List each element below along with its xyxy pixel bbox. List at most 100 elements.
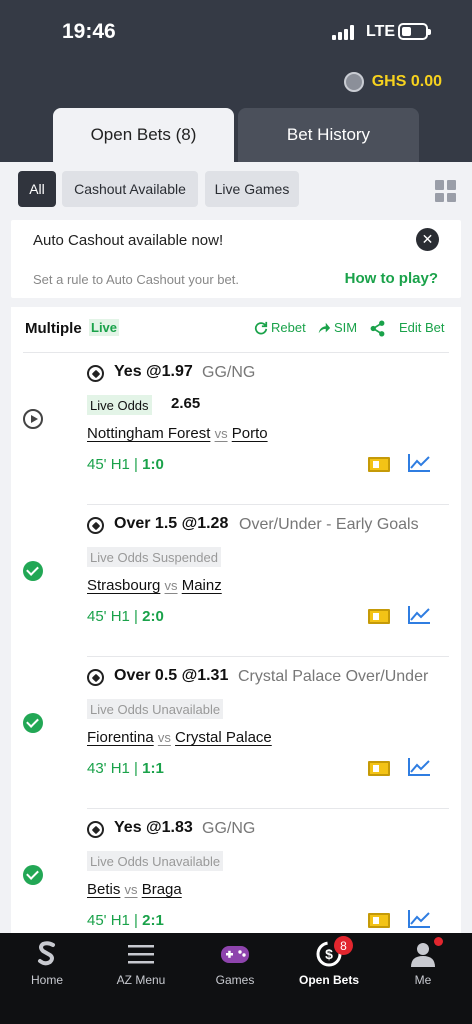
match-teams[interactable]: Fiorentina vs Crystal Palace (87, 729, 272, 746)
away-team: Braga (141, 881, 182, 898)
selection-item[interactable]: Yes @1.97 GG/NG Live Odds 2.65 Nottingha… (11, 353, 461, 505)
balance[interactable]: GHS 0.00 (343, 72, 442, 92)
selection-item[interactable]: Over 1.5 @1.28 Over/Under - Early Goals … (11, 505, 461, 657)
match-status: 45' H1 | 2:0 (87, 608, 164, 625)
nav-me-label: Me (414, 973, 432, 987)
nav-me[interactable]: Me (376, 933, 470, 1024)
soccer-ball-icon (87, 517, 104, 534)
filter-cashout-button[interactable]: Cashout Available (62, 171, 198, 207)
home-team: Betis (87, 881, 121, 898)
match-status: 45' H1 | 1:0 (87, 456, 164, 473)
match-teams[interactable]: Betis vs Braga (87, 881, 182, 898)
nav-games-label: Games (215, 973, 255, 987)
match-teams[interactable]: Strasbourg vs Mainz (87, 577, 222, 594)
home-team: Fiorentina (87, 729, 154, 746)
home-team: Nottingham Forest (87, 425, 211, 442)
forward-arrow-icon (318, 322, 331, 333)
avatar (343, 72, 364, 92)
ticket-icon[interactable] (368, 457, 390, 472)
selection-pick: Over 0.5 @1.31 (114, 667, 229, 684)
odds-status-badge: Live Odds Unavailable (87, 851, 224, 871)
match-time: 45' H1 | (87, 608, 143, 625)
selection-pick: Yes @1.83 (114, 819, 193, 836)
home-team: Strasbourg (87, 577, 161, 594)
match-status: 43' H1 | 1:1 (87, 760, 164, 777)
selection-market: GG/NG (202, 364, 256, 381)
sim-button[interactable]: SIM (317, 320, 357, 335)
header: 19:46 LTE GHS 0.00 Open Bets (8) Bet His… (0, 0, 472, 162)
gamepad-icon (221, 946, 249, 963)
ticket-icon[interactable] (368, 913, 390, 928)
away-team: Mainz (181, 577, 222, 594)
nav-open-bets[interactable]: $ 8 Open Bets (282, 933, 376, 1024)
vs-label: vs (214, 426, 228, 441)
sporty-logo-icon (38, 941, 55, 966)
nav-games[interactable]: Games (188, 933, 282, 1024)
rebet-label: Rebet (271, 320, 306, 335)
selection-market: GG/NG (202, 820, 256, 837)
tab-bet-history[interactable]: Bet History (238, 108, 419, 162)
nav-home[interactable]: Home (0, 933, 94, 1024)
match-score: 2:1 (142, 912, 164, 929)
stats-chart-icon[interactable] (407, 605, 431, 625)
vs-label: vs (124, 882, 138, 897)
refresh-icon (254, 321, 268, 334)
play-icon[interactable] (23, 409, 43, 429)
balance-amount: GHS 0.00 (371, 73, 442, 90)
match-score: 2:0 (142, 608, 164, 625)
match-status: 45' H1 | 2:1 (87, 912, 164, 929)
stats-chart-icon[interactable] (407, 757, 431, 777)
menu-icon (128, 945, 154, 964)
match-teams[interactable]: Nottingham Forest vs Porto (87, 425, 268, 442)
ticket-icon[interactable] (368, 609, 390, 624)
match-score: 1:0 (142, 456, 164, 473)
close-icon[interactable]: ✕ (416, 228, 439, 251)
rebet-button[interactable]: Rebet (254, 320, 306, 335)
auto-cashout-subtitle: Set a rule to Auto Cashout your bet. (33, 272, 239, 287)
selection-market: Over/Under - Early Goals (239, 516, 419, 533)
signal-icon (332, 25, 358, 40)
bet-card: Multiple Live Rebet SIM Edit Bet Yes @1.… (11, 307, 461, 947)
open-bets-badge: 8 (334, 936, 353, 955)
selection-pick: Over 1.5 @1.28 (114, 515, 229, 532)
soccer-ball-icon (87, 669, 104, 686)
battery-icon (398, 23, 431, 40)
soccer-ball-icon (87, 821, 104, 838)
bottom-nav: Home AZ Menu Games $ 8 Open Bets Me (0, 933, 472, 1024)
filter-live-games-button[interactable]: Live Games (205, 171, 299, 207)
live-odds-badge: Live Odds (87, 395, 152, 415)
vs-label: vs (164, 578, 178, 593)
share-button[interactable] (369, 320, 386, 337)
nav-az-menu[interactable]: AZ Menu (94, 933, 188, 1024)
vs-label: vs (157, 730, 171, 745)
filter-all-button[interactable]: All (18, 171, 56, 207)
tab-open-bets[interactable]: Open Bets (8) (53, 108, 234, 162)
nav-open-bets-label: Open Bets (298, 973, 359, 987)
live-tag: Live (89, 319, 120, 336)
odds-status-badge: Live Odds Unavailable (87, 699, 224, 719)
nav-az-menu-label: AZ Menu (116, 973, 166, 987)
away-team: Porto (231, 425, 268, 442)
auto-cashout-title: Auto Cashout available now! (33, 232, 224, 249)
selection-pick: Yes @1.97 (114, 363, 193, 380)
edit-bet-button[interactable]: Edit Bet (399, 320, 445, 335)
selection-item[interactable]: Over 0.5 @1.31 Crystal Palace Over/Under… (11, 657, 461, 809)
svg-text:$: $ (325, 946, 333, 962)
grid-view-icon[interactable] (435, 180, 457, 202)
how-to-play-link[interactable]: How to play? (345, 270, 438, 287)
match-time: 45' H1 | (87, 912, 143, 929)
soccer-ball-icon (87, 365, 104, 382)
selection-item[interactable]: Yes @1.83 GG/NG Live Odds Unavailable Be… (11, 809, 461, 947)
stats-chart-icon[interactable] (407, 909, 431, 929)
bet-type: Multiple (25, 320, 82, 337)
status-bar: 19:46 LTE (0, 0, 472, 60)
away-team: Crystal Palace (175, 729, 272, 746)
network-label: LTE (366, 23, 396, 40)
match-score: 1:1 (142, 760, 164, 777)
check-circle-icon (23, 865, 43, 885)
bet-card-header: Multiple Live Rebet SIM Edit Bet (11, 307, 461, 353)
ticket-icon[interactable] (368, 761, 390, 776)
stats-chart-icon[interactable] (407, 453, 431, 473)
nav-home-label: Home (30, 973, 63, 987)
status-time: 19:46 (62, 20, 116, 43)
